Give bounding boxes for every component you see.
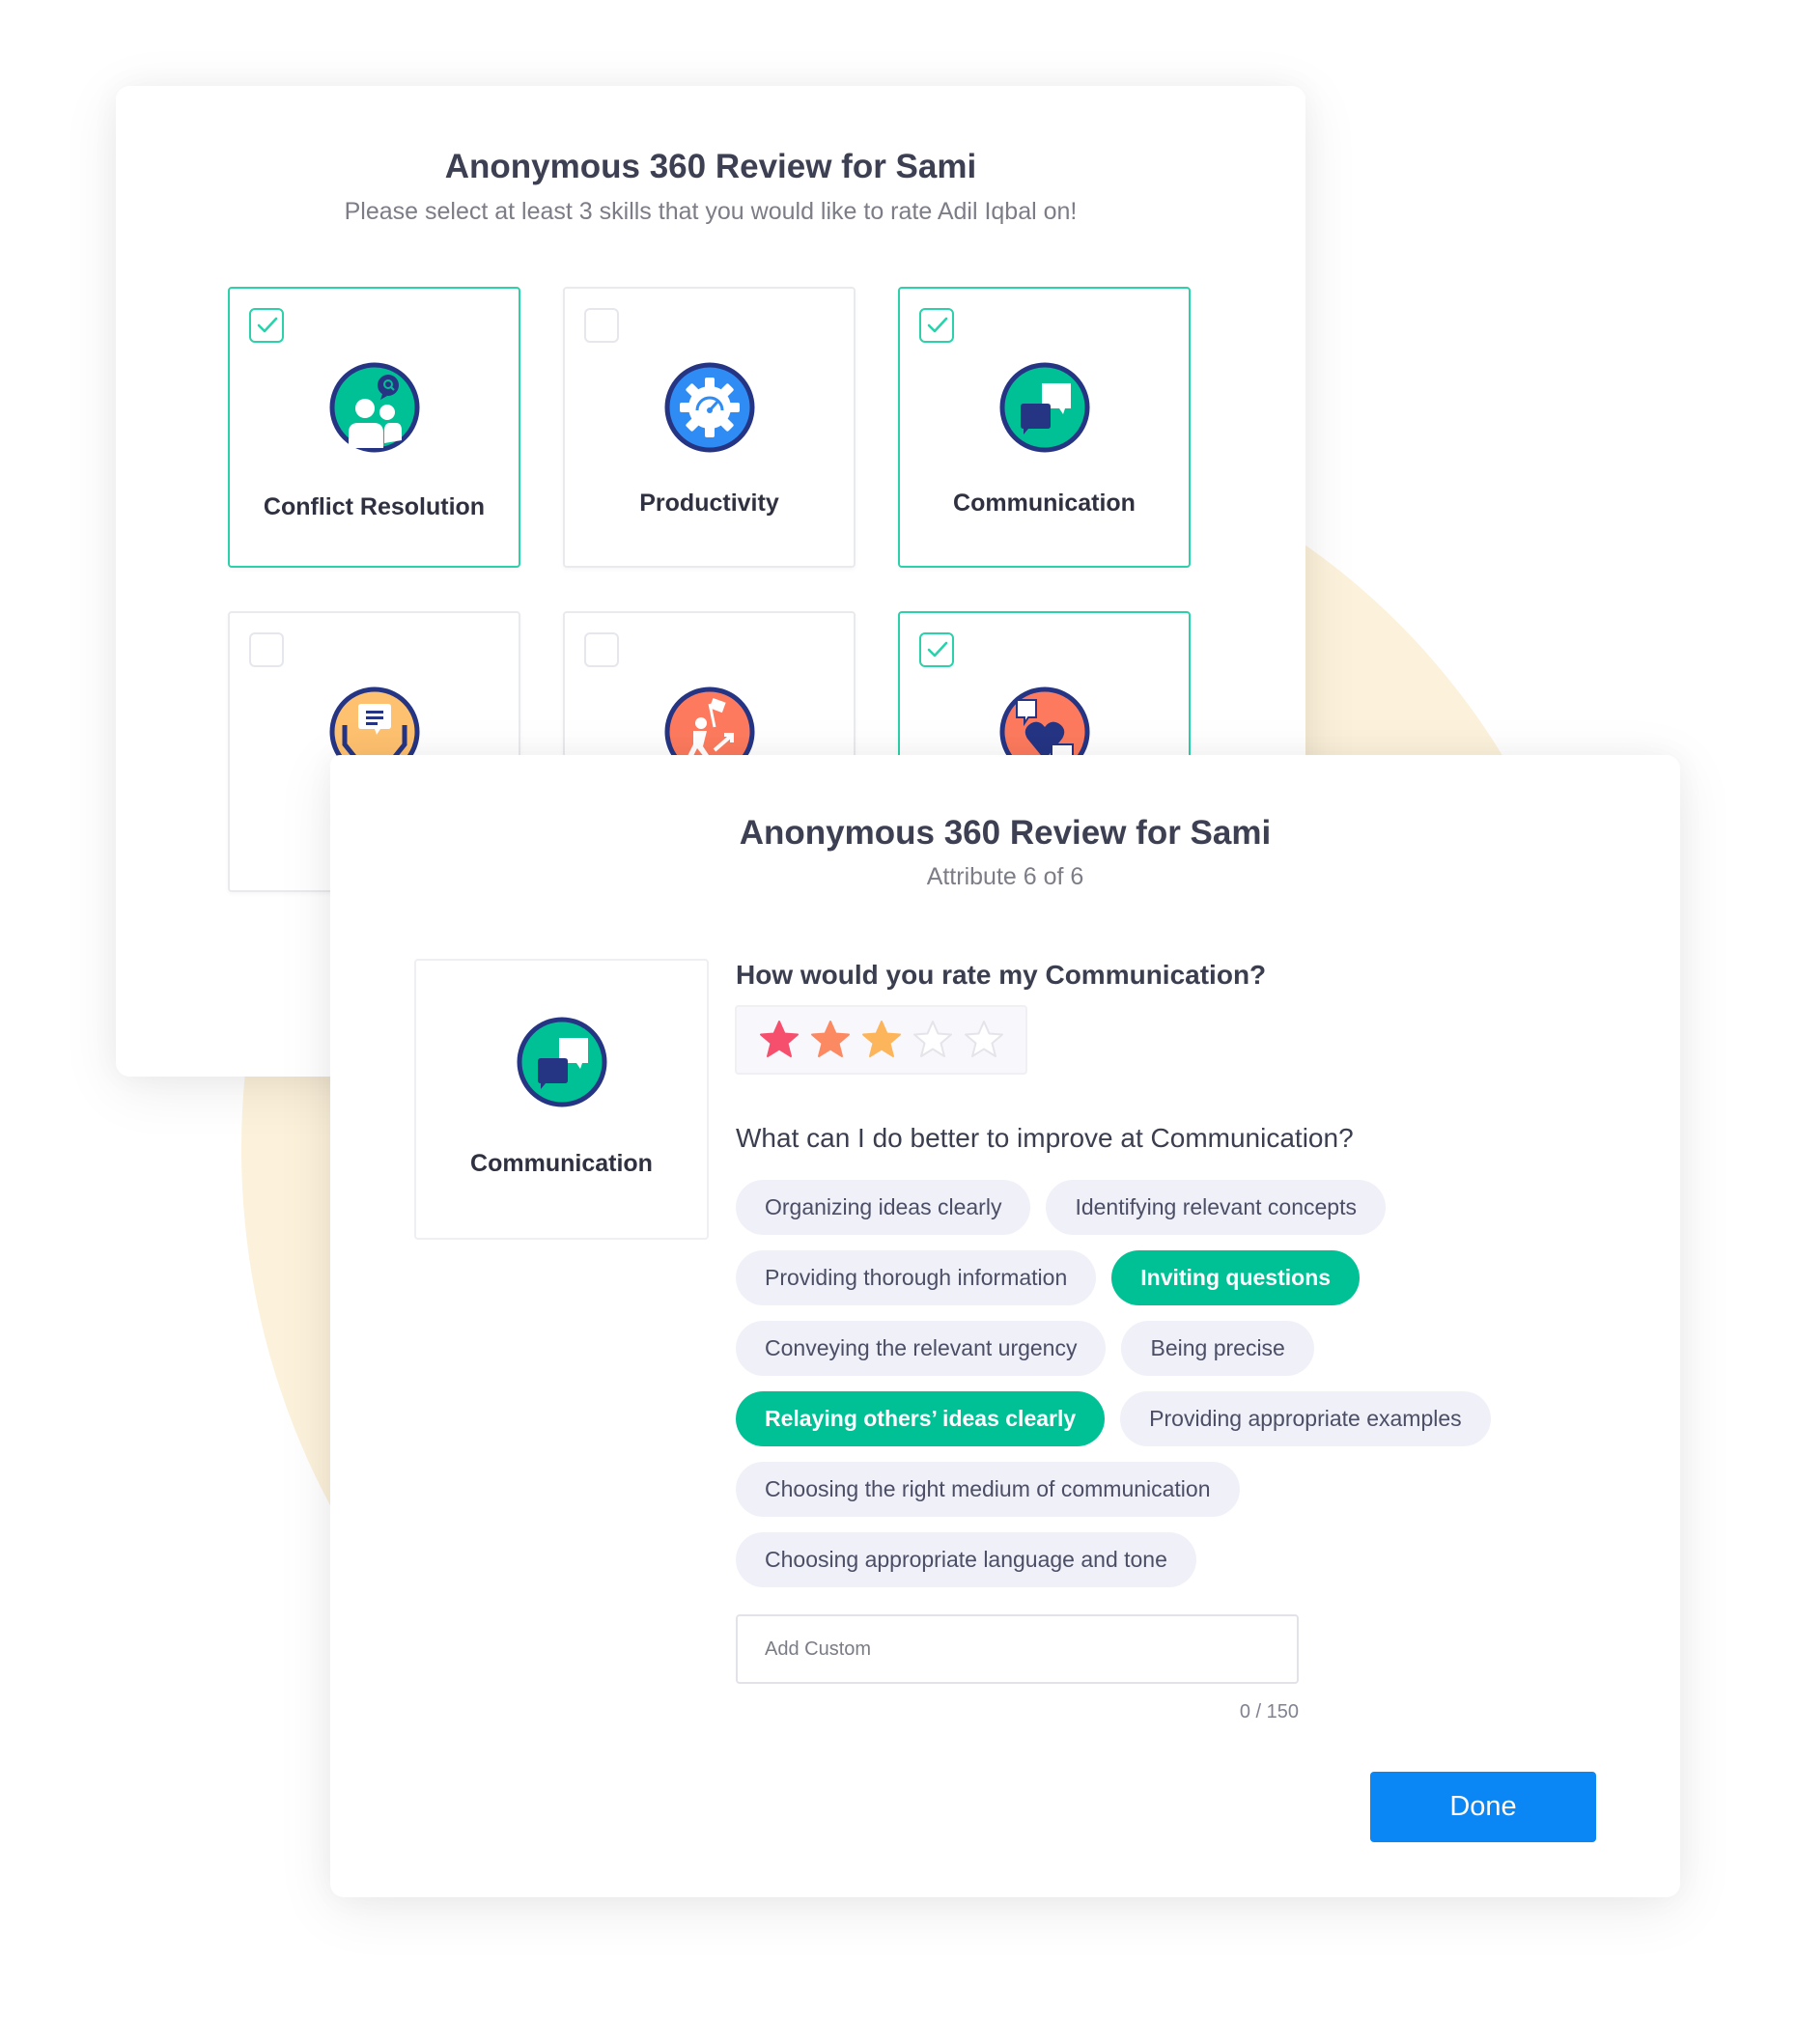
chip-row: Providing thorough information Inviting q…: [736, 1250, 1586, 1305]
skill-checkbox-checked[interactable]: [919, 632, 954, 667]
star-filled-icon[interactable]: [860, 1019, 903, 1061]
chip-row: Relaying others’ ideas clearly Providing …: [736, 1391, 1586, 1446]
chat-bubbles-icon: [517, 1017, 607, 1107]
skill-card-productivity[interactable]: Productivity: [563, 287, 856, 568]
chip-row: Choosing the right medium of communicati…: [736, 1462, 1586, 1517]
improvement-chip[interactable]: Choosing appropriate language and tone: [736, 1532, 1196, 1587]
improvement-chips: Organizing ideas clearly Identifying rele…: [736, 1180, 1586, 1603]
attribute-label: Communication: [470, 1150, 653, 1177]
gear-speedometer-icon: [664, 362, 755, 453]
skill-label: Conflict Resolution: [263, 493, 486, 520]
rating-question: How would you rate my Communication?: [736, 960, 1267, 990]
checkmark-icon: [927, 317, 948, 333]
chat-bubbles-icon: [999, 362, 1090, 453]
star-filled-icon[interactable]: [758, 1019, 800, 1061]
skill-checkbox[interactable]: [249, 632, 284, 667]
attribute-progress: Attribute 6 of 6: [926, 863, 1084, 890]
done-button[interactable]: Done: [1370, 1772, 1596, 1842]
improvement-chip[interactable]: Choosing the right medium of communicati…: [736, 1462, 1240, 1517]
improvement-chip[interactable]: Providing appropriate examples: [1120, 1391, 1491, 1446]
improvement-chip[interactable]: Providing thorough information: [736, 1250, 1097, 1305]
rating-title: Anonymous 360 Review for Sami: [739, 814, 1272, 852]
rating-card: Anonymous 360 Review for Sami Attribute …: [330, 755, 1680, 1897]
skill-label: Communication: [953, 490, 1136, 517]
skill-card-communication[interactable]: Communication: [898, 287, 1191, 568]
star-rating[interactable]: [735, 1005, 1027, 1075]
skill-checkbox-checked[interactable]: [919, 308, 954, 343]
chip-row: Organizing ideas clearly Identifying rele…: [736, 1180, 1586, 1235]
chip-row: Choosing appropriate language and tone: [736, 1532, 1586, 1587]
improve-question: What can I do better to improve at Commu…: [736, 1123, 1354, 1153]
improvement-chip-selected[interactable]: Relaying others’ ideas clearly: [736, 1391, 1106, 1446]
skill-selection-title: Anonymous 360 Review for Sami: [444, 148, 977, 185]
star-empty-icon[interactable]: [963, 1019, 1005, 1061]
improvement-chip[interactable]: Being precise: [1121, 1321, 1314, 1376]
skill-checkbox[interactable]: [584, 632, 619, 667]
improvement-chip[interactable]: Conveying the relevant urgency: [736, 1321, 1107, 1376]
add-custom-input[interactable]: [736, 1614, 1299, 1684]
skill-label: Productivity: [639, 490, 779, 517]
character-counter: 0 / 150: [1239, 1701, 1299, 1722]
skill-card-conflict-resolution[interactable]: Conflict Resolution: [228, 287, 520, 568]
checkmark-icon: [257, 317, 278, 333]
skill-checkbox[interactable]: [584, 308, 619, 343]
star-empty-icon[interactable]: [912, 1019, 954, 1061]
improvement-chip-selected[interactable]: Inviting questions: [1111, 1250, 1361, 1305]
checkmark-icon: [927, 641, 948, 658]
skill-checkbox-checked[interactable]: [249, 308, 284, 343]
star-filled-icon[interactable]: [809, 1019, 852, 1061]
skill-selection-subtitle: Please select at least 3 skills that you…: [344, 198, 1078, 225]
people-search-icon: [329, 362, 420, 453]
improvement-chip[interactable]: Organizing ideas clearly: [736, 1180, 1031, 1235]
chip-row: Conveying the relevant urgency Being prec…: [736, 1321, 1586, 1376]
attribute-card: Communication: [414, 959, 709, 1240]
improvement-chip[interactable]: Identifying relevant concepts: [1046, 1180, 1386, 1235]
